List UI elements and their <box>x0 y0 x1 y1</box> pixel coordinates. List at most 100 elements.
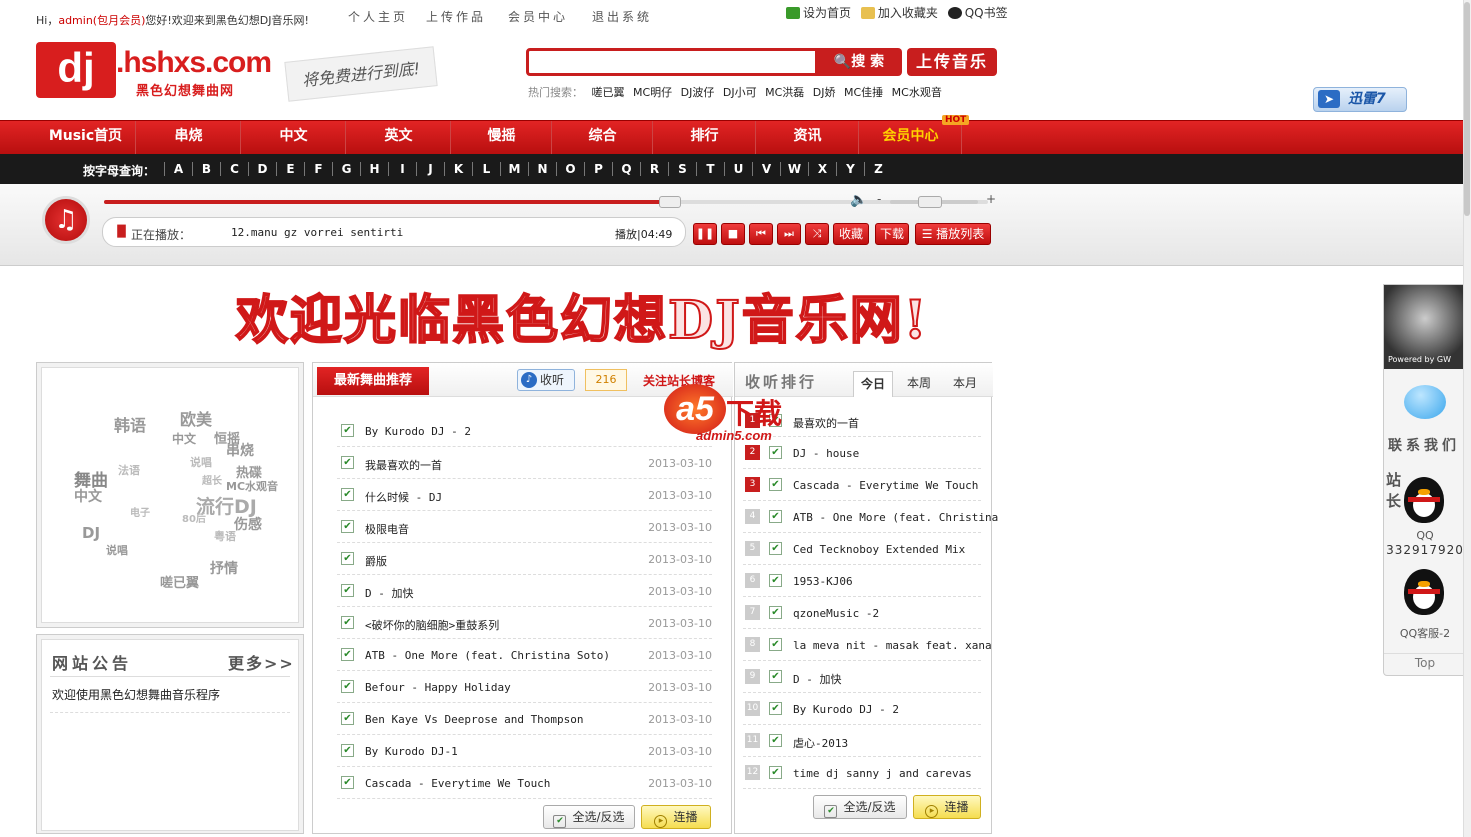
tag-item[interactable]: 80后 <box>182 510 206 525</box>
track-row[interactable]: ✔ ATB - One More (feat. Christina Soto) 20… <box>337 639 712 671</box>
xunlei-download-button[interactable]: ➤ 迅雷7 <box>1313 87 1407 112</box>
letter-h[interactable]: H <box>360 162 388 176</box>
track-title[interactable]: By Kurodo DJ - 2 <box>365 425 471 438</box>
track-checkbox[interactable]: ✔ <box>341 648 354 661</box>
track-checkbox[interactable]: ✔ <box>341 712 354 725</box>
tag-item[interactable]: 说唱 <box>190 454 212 470</box>
rank-title[interactable]: Ced Tecknoboy Extended Mix <box>793 543 965 556</box>
rank-row[interactable]: 3 ✔ Cascada - Everytime We Touch <box>743 469 981 501</box>
track-title[interactable]: 爵版 <box>365 553 387 569</box>
tag-item[interactable]: 电子 <box>130 504 150 519</box>
track-row[interactable]: ✔ By Kurodo DJ-1 2013-03-10 <box>337 735 712 767</box>
tag-item[interactable]: 欧美 <box>180 406 212 430</box>
track-row[interactable]: ✔ 极限电音 2013-03-10 <box>337 511 712 543</box>
letter-p[interactable]: P <box>584 162 612 176</box>
rank-title[interactable]: 1953-KJ06 <box>793 575 853 588</box>
add-favorite-link[interactable]: 加入收藏夹 <box>860 6 938 20</box>
letter-x[interactable]: X <box>808 162 836 176</box>
link-logout[interactable]: 退出系统 <box>592 8 652 25</box>
letter-f[interactable]: F <box>304 162 332 176</box>
rank-title[interactable]: DJ - house <box>793 447 859 460</box>
letter-g[interactable]: G <box>332 162 360 176</box>
rank-row[interactable]: 9 ✔ D - 加快 <box>743 661 981 693</box>
rank-title[interactable]: time dj sanny j and carevas <box>793 767 972 780</box>
rank-checkbox[interactable]: ✔ <box>769 510 782 523</box>
track-checkbox[interactable]: ✔ <box>341 456 354 469</box>
letter-e[interactable]: E <box>276 162 304 176</box>
tab-today[interactable]: 今日 <box>853 371 893 397</box>
hot-search-item[interactable]: DJ娇 <box>813 86 836 99</box>
favorite-button[interactable]: 收藏 <box>833 223 869 245</box>
track-checkbox[interactable]: ✔ <box>341 776 354 789</box>
playlist-button[interactable]: ☰ 播放列表 <box>915 223 991 245</box>
search-input[interactable] <box>526 48 818 76</box>
track-title[interactable]: Cascada - Everytime We Touch <box>365 777 550 790</box>
prev-button[interactable]: ⏮ <box>749 223 773 245</box>
letter-o[interactable]: O <box>556 162 584 176</box>
rank-checkbox[interactable]: ✔ <box>769 478 782 491</box>
volume-icon[interactable]: 🔈 <box>850 192 867 208</box>
tag-item[interactable]: 中文 <box>172 430 196 447</box>
tab-week[interactable]: 本周 <box>899 371 939 397</box>
track-checkbox[interactable]: ✔ <box>341 520 354 533</box>
set-homepage-link[interactable]: 设为首页 <box>786 6 851 20</box>
track-checkbox[interactable]: ✔ <box>341 584 354 597</box>
letter-d[interactable]: D <box>248 162 276 176</box>
hot-search-item[interactable]: DJ波仔 <box>681 86 715 99</box>
rank-title[interactable]: D - 加快 <box>793 671 842 687</box>
letter-k[interactable]: K <box>444 162 472 176</box>
track-checkbox[interactable]: ✔ <box>341 616 354 629</box>
track-checkbox[interactable]: ✔ <box>341 424 354 437</box>
letter-z[interactable]: Z <box>864 162 892 176</box>
site-logo[interactable]: dj .hshxs.com 黑色幻想舞曲网 将免费进行到底! <box>36 40 441 102</box>
letter-v[interactable]: V <box>752 162 780 176</box>
rank-row[interactable]: 5 ✔ Ced Tecknoboy Extended Mix <box>743 533 981 565</box>
track-row[interactable]: ✔ Befour - Happy Holiday 2013-03-10 <box>337 671 712 703</box>
hot-search-item[interactable]: MC明仔 <box>633 86 672 99</box>
track-checkbox[interactable]: ✔ <box>341 488 354 501</box>
track-checkbox[interactable]: ✔ <box>341 552 354 565</box>
search-button[interactable]: 🔍搜 索 <box>816 48 902 76</box>
add-favorite-label[interactable]: 加入收藏夹 <box>878 6 938 20</box>
tag-item[interactable]: 中文 <box>74 486 102 506</box>
download-button[interactable]: 下载 <box>875 223 909 245</box>
letter-c[interactable]: C <box>220 162 248 176</box>
rank-title[interactable]: 虐心-2013 <box>793 735 848 751</box>
track-row[interactable]: ✔ 什么时候 - DJ 2013-03-10 <box>337 479 712 511</box>
rank-checkbox[interactable]: ✔ <box>769 446 782 459</box>
track-row[interactable]: ✔ D - 加快 2013-03-10 <box>337 575 712 607</box>
upload-music-button[interactable]: 上传音乐 <box>907 48 997 76</box>
letter-a[interactable]: A <box>164 162 192 176</box>
letter-u[interactable]: U <box>724 162 752 176</box>
nav-chinese[interactable]: 中文 <box>242 121 346 154</box>
listen-button[interactable]: ♪ 收听 <box>517 369 575 391</box>
chat-bubble-icon[interactable] <box>1404 385 1446 419</box>
track-row[interactable]: ✔ 爵版 2013-03-10 <box>337 543 712 575</box>
tag-item[interactable]: 串烧 <box>226 440 254 460</box>
continuous-play-button[interactable]: ▸ 连播 <box>641 805 711 829</box>
track-title[interactable]: 我最喜欢的一首 <box>365 457 442 473</box>
tag-item[interactable]: DJ <box>82 524 100 542</box>
tag-item[interactable]: 韩语 <box>114 412 146 436</box>
track-row[interactable]: ✔ Cascada - Everytime We Touch 2013-03-10 <box>337 767 712 799</box>
letter-b[interactable]: B <box>192 162 220 176</box>
next-button[interactable]: ⏭ <box>777 223 801 245</box>
rank-title[interactable]: Cascada - Everytime We Touch <box>793 479 978 492</box>
volume-plus[interactable]: + <box>986 192 996 206</box>
set-homepage-label[interactable]: 设为首页 <box>803 6 851 20</box>
qq-number[interactable]: 332917920 <box>1384 543 1466 557</box>
rank-title[interactable]: qzoneMusic -2 <box>793 607 879 620</box>
letter-q[interactable]: Q <box>612 162 640 176</box>
track-row[interactable]: ✔ <破坏你的脑细胞>重鼓系列 2013-03-10 <box>337 607 712 639</box>
hot-search-item[interactable]: MC佳捶 <box>844 86 883 99</box>
hot-search-item[interactable]: 嗟已翼 <box>592 86 625 99</box>
tag-item[interactable]: 法语 <box>118 462 140 478</box>
track-title[interactable]: 极限电音 <box>365 521 409 537</box>
tag-item[interactable]: 嗟已翼 <box>160 572 199 591</box>
qq-bookmark-link[interactable]: QQ书签 <box>947 6 1008 20</box>
tag-item[interactable]: 说唱 <box>106 542 128 558</box>
track-row[interactable]: ✔ Ben Kaye Vs Deeprose and Thompson 2013-0… <box>337 703 712 735</box>
rank-row[interactable]: 4 ✔ ATB - One More (feat. Christina <box>743 501 998 533</box>
notice-more-link[interactable]: 更多>> <box>228 650 295 674</box>
track-title[interactable]: <破坏你的脑细胞>重鼓系列 <box>365 617 499 633</box>
